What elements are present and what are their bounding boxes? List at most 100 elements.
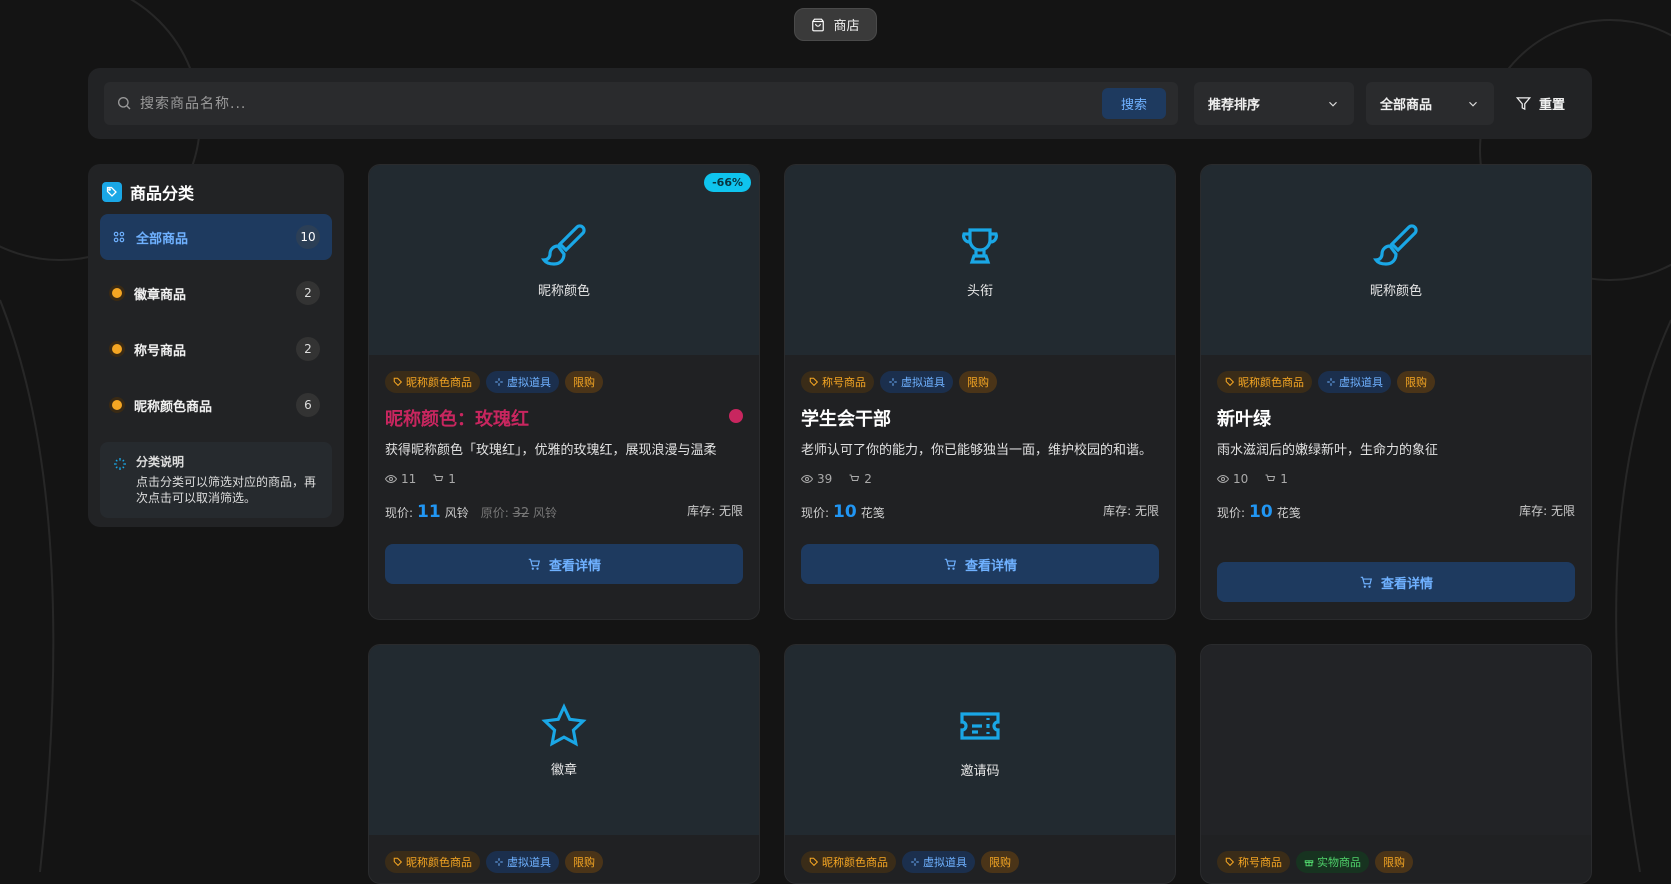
limit-tag: 限购 [565,851,603,873]
filter-icon [1516,97,1531,111]
currency: 花笺 [860,506,885,520]
virtual-tag: 虚拟道具 [880,371,953,393]
tag-icon [393,857,403,867]
views-count: 11 [401,472,417,486]
sidebar-title-text: 商品分类 [130,184,195,203]
limit-tag: 限购 [1375,851,1413,873]
category-tag-label: 称号商品 [822,376,866,389]
product-card[interactable]: -66% 昵称颜色 昵称颜色商品 虚拟道具 限购 昵称颜色：玫瑰红 获得昵称颜色… [368,164,760,620]
product-image [1201,645,1591,835]
sidebar-item-name-colors[interactable]: 昵称颜色商品 6 [100,382,332,428]
eye-icon [801,474,813,484]
type-select[interactable]: 全部商品 [1366,82,1494,125]
product-description: 雨水滋润后的嫩绿新叶，生命力的象征 [1217,443,1439,458]
purchases-count: 2 [864,472,872,486]
search-box: 搜索 [104,81,1178,126]
view-detail-button[interactable]: 查看详情 [801,544,1159,584]
sidebar-title: 商品分类 [102,180,332,204]
price-label: 现价: [385,506,414,520]
tag-icon [393,377,403,387]
purchases-count: 1 [1280,472,1288,486]
tag-icon [102,182,122,202]
cart-icon [433,474,444,481]
currency: 花笺 [1276,506,1301,520]
virtual-tag-label: 虚拟道具 [507,376,551,389]
virtual-tag-label: 虚拟道具 [507,856,551,869]
star-icon [541,702,587,747]
purchases-count: 1 [448,472,456,486]
product-type-caption: 昵称颜色 [1369,283,1422,299]
shop-tab[interactable]: 商店 [794,8,877,41]
price-row: 现价: 11 风铃 原价: 32 风铃 库存: 无限 [385,502,743,522]
limit-tag: 限购 [1397,371,1435,393]
product-description: 获得昵称颜色「玫瑰红」，优雅的玫瑰红，展现浪漫与温柔 [385,443,717,458]
sidebar-item-label: 全部商品 [136,231,189,247]
sparkle-icon [889,378,897,386]
ticket-icon [960,711,1000,740]
reset-label: 重置 [1539,98,1566,113]
price-label: 现价: [1217,506,1246,520]
view-detail-label: 查看详情 [548,558,601,574]
price-row: 现价: 10 花笺 库存: 无限 [1217,502,1575,522]
views-stat: 39 [801,472,832,486]
category-tag: 昵称颜色商品 [1217,371,1312,393]
search-input[interactable] [104,81,1102,126]
product-image: 邀请码 [785,645,1175,835]
current-price: 11 [417,502,441,522]
sidebar-item-all[interactable]: 全部商品 10 [100,214,332,260]
shop-tab-label: 商店 [833,19,860,34]
search-button[interactable]: 搜索 [1102,88,1166,119]
sidebar-item-badges[interactable]: 徽章商品 2 [100,270,332,316]
grid-icon [113,231,125,243]
category-tag: 昵称颜色商品 [801,851,896,873]
sidebar-item-count: 10 [296,225,320,249]
physical-tag: 实物商品 [1296,851,1369,873]
reset-button[interactable]: 重置 [1516,94,1565,113]
stock-info: 库存: 无限 [1519,504,1575,518]
view-detail-button[interactable]: 查看详情 [385,544,743,584]
product-card[interactable]: 头衔 称号商品 虚拟道具 限购 学生会干部 老师认可了你的能力，你已能够独当一面… [784,164,1176,620]
eye-icon [1217,474,1229,484]
category-tag-label: 昵称颜色商品 [406,376,472,389]
product-type-caption: 徽章 [550,762,577,778]
product-card[interactable]: 徽章 昵称颜色商品 虚拟道具 限购 [368,644,760,884]
product-title: 新叶绿 [1217,409,1271,430]
view-detail-button[interactable]: 查看详情 [1217,562,1575,602]
sidebar-item-label: 昵称颜色商品 [134,399,213,415]
sidebar-item-label: 徽章商品 [134,287,187,303]
sparkle-icon [911,858,919,866]
category-note-title: 分类说明 [136,455,185,469]
category-dot [112,288,122,298]
sidebar-item-titles[interactable]: 称号商品 2 [100,326,332,372]
product-type-caption: 头衔 [966,283,993,299]
limit-tag: 限购 [565,371,603,393]
purchases-stat: 1 [432,472,456,486]
type-select-value: 全部商品 [1380,98,1433,113]
stock-info: 库存: 无限 [687,504,743,518]
limit-tag: 限购 [981,851,1019,873]
virtual-tag-label: 虚拟道具 [901,376,945,389]
category-tag: 称号商品 [801,371,874,393]
category-tag: 昵称颜色商品 [385,371,480,393]
sparkle-icon [495,378,503,386]
price-row: 现价: 10 花笺 库存: 无限 [801,502,1159,522]
view-detail-label: 查看详情 [1380,576,1433,592]
cart-icon [944,558,956,570]
product-card[interactable]: 称号商品 实物商品 限购 [1200,644,1592,884]
product-card[interactable]: 邀请码 昵称颜色商品 虚拟道具 限购 [784,644,1176,884]
product-title: 昵称颜色：玫瑰红 [385,405,743,431]
virtual-tag: 虚拟道具 [1318,371,1391,393]
sparkle-icon [495,858,503,866]
category-dot [112,344,122,354]
sort-select[interactable]: 推荐排序 [1194,82,1354,125]
sort-select-value: 推荐排序 [1208,98,1261,113]
filter-bar: 搜索 推荐排序 全部商品 重置 [88,68,1592,139]
product-card[interactable]: 昵称颜色 昵称颜色商品 虚拟道具 限购 新叶绿 雨水滋润后的嫩绿新叶，生命力的象… [1200,164,1592,620]
category-tag-label: 昵称颜色商品 [822,856,888,869]
product-description: 老师认可了你的能力，你已能够独当一面，维护校园的和谐。 [801,443,1153,458]
original-price-value: 32 [512,506,530,521]
trophy-icon [962,227,998,264]
category-sidebar: 商品分类 全部商品 10 徽章商品 2 称号商品 2 昵称颜色商品 6 分类说明… [88,164,344,527]
category-tag-label: 称号商品 [1238,856,1282,869]
virtual-tag: 虚拟道具 [486,851,559,873]
